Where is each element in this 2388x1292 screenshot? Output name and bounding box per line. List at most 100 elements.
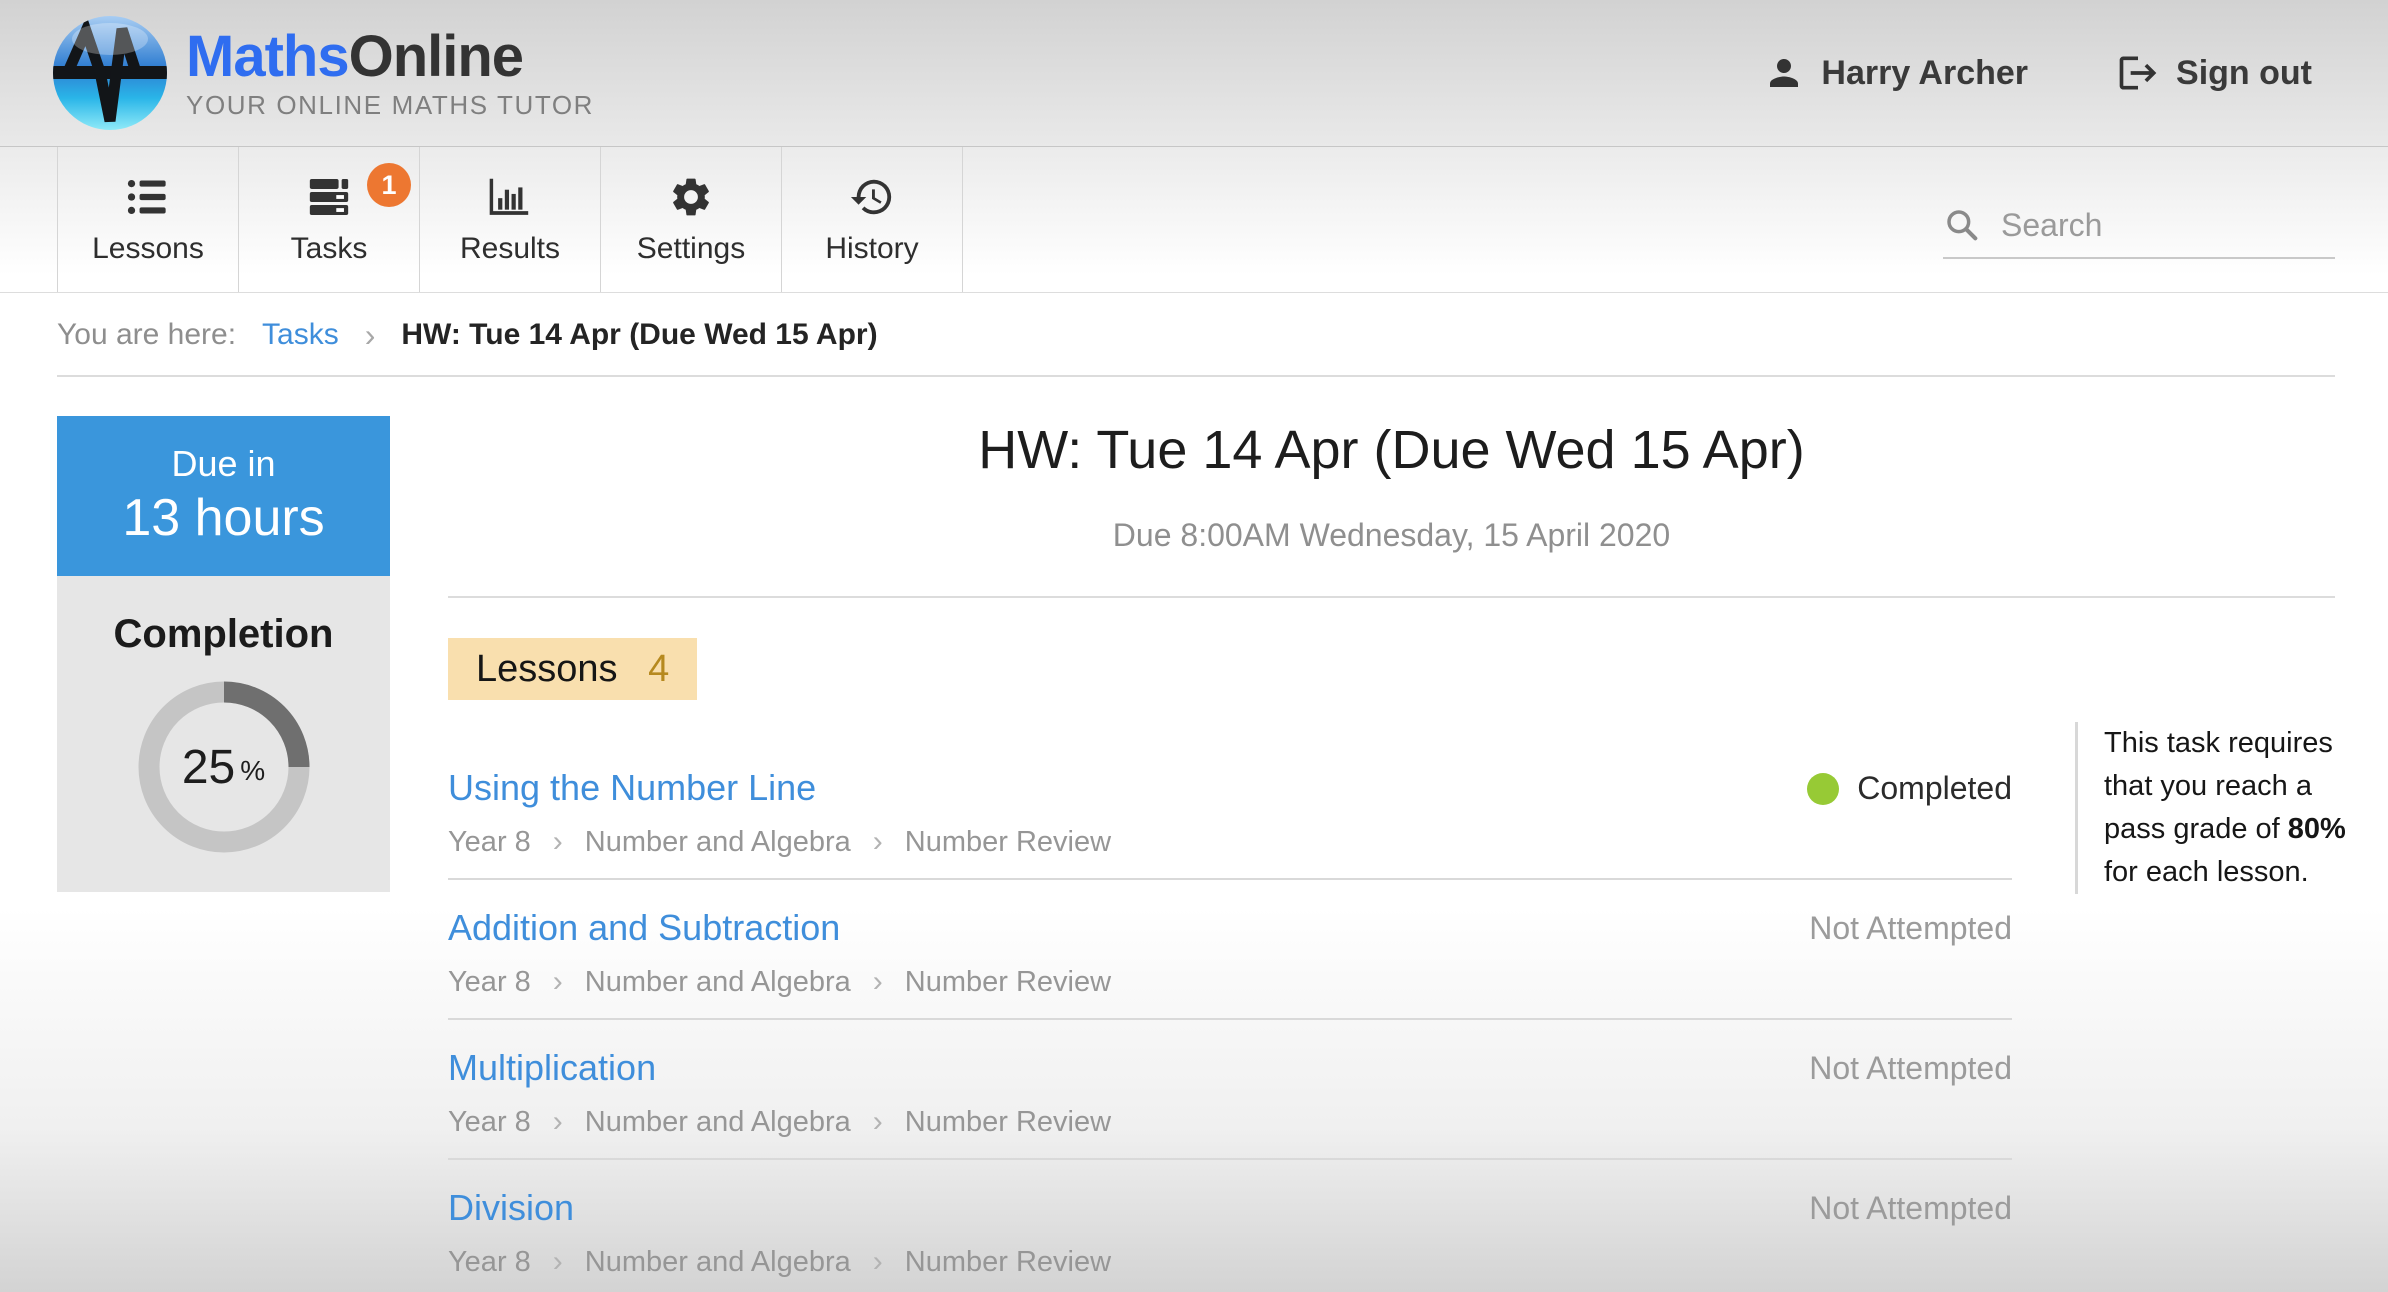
maths-online-logo-icon — [52, 15, 168, 131]
lesson-path: Year 8 › Number and Algebra › Number Review — [448, 822, 2012, 862]
tasks-count-badge: 1 — [367, 163, 411, 207]
search-icon — [1943, 206, 1981, 244]
sign-out-label: Sign out — [2176, 54, 2312, 93]
user-menu[interactable]: Harry Archer — [1763, 52, 2028, 94]
tab-settings-label: Settings — [637, 232, 745, 266]
pass-grade-note: This task requires that you reach a pass… — [2075, 722, 2349, 894]
tab-results[interactable]: Results — [420, 147, 601, 292]
due-value: 13 hours — [122, 489, 324, 549]
completion-percent: 25 % — [136, 679, 312, 855]
lesson-status-label: Completed — [1857, 770, 2012, 807]
lesson-status: Completed — [1807, 770, 2012, 807]
lesson-title-link[interactable]: Division — [448, 1186, 574, 1230]
breadcrumb: You are here: Tasks › HW: Tue 14 Apr (Du… — [0, 293, 2388, 377]
header-user-area: Harry Archer Sign out — [1763, 51, 2312, 95]
task-content: HW: Tue 14 Apr (Due Wed 15 Apr) Due 8:00… — [448, 377, 2335, 1292]
chevron-right-icon: › — [365, 317, 376, 354]
due-countdown-box: Due in 13 hours — [57, 416, 390, 576]
lesson-row: Using the Number Line Completed Year 8 › N… — [448, 740, 2012, 880]
brand-name: MathsOnline — [186, 26, 594, 88]
lesson-status-label: Not Attempted — [1809, 910, 2012, 947]
brand-logo[interactable]: MathsOnline YOUR ONLINE MATHS TUTOR — [52, 15, 594, 131]
history-clock-icon — [849, 174, 895, 220]
path-separator: › — [553, 1242, 563, 1282]
tab-lessons[interactable]: Lessons — [57, 147, 239, 292]
tab-results-label: Results — [460, 232, 560, 266]
path-segment: Number and Algebra — [585, 962, 851, 1002]
main-nav: Lessons Tasks 1 Results — [0, 147, 2388, 293]
completion-donut: 25 % — [136, 679, 312, 855]
due-label: Due in — [171, 443, 275, 484]
path-separator: › — [873, 1242, 883, 1282]
lesson-status: Not Attempted — [1809, 1050, 2012, 1087]
lesson-list: Using the Number Line Completed Year 8 › N… — [448, 740, 2012, 1292]
path-segment: Number and Algebra — [585, 822, 851, 862]
tab-history[interactable]: History — [782, 147, 963, 292]
completed-dot — [1807, 773, 1839, 805]
breadcrumb-prefix: You are here: — [57, 318, 236, 352]
lesson-row: Division Not Attempted Year 8 › Number and… — [448, 1160, 2012, 1292]
breadcrumb-current: HW: Tue 14 Apr (Due Wed 15 Apr) — [401, 318, 877, 352]
lesson-status: Not Attempted — [1809, 910, 2012, 947]
search-input[interactable] — [1999, 206, 2335, 245]
tab-tasks-label: Tasks — [291, 232, 368, 266]
lesson-path: Year 8 › Number and Algebra › Number Review — [448, 962, 2012, 1002]
user-name: Harry Archer — [1821, 54, 2028, 93]
lesson-row: Addition and Subtraction Not Attempted Y… — [448, 880, 2012, 1020]
path-segment: Year 8 — [448, 1102, 531, 1142]
page: MathsOnline YOUR ONLINE MATHS TUTOR Harr… — [0, 0, 2388, 1292]
path-separator: › — [553, 1102, 563, 1142]
task-due-subtitle: Due 8:00AM Wednesday, 15 April 2020 — [448, 517, 2335, 554]
lesson-status: Not Attempted — [1809, 1190, 2012, 1227]
lessons-list-icon — [125, 174, 171, 220]
path-segment: Number Review — [905, 1102, 1111, 1142]
lesson-path: Year 8 › Number and Algebra › Number Review — [448, 1242, 2012, 1282]
path-separator: › — [553, 962, 563, 1002]
tasks-stack-icon — [306, 174, 352, 220]
completion-box: Completion 25 % — [57, 576, 390, 892]
gear-icon — [668, 174, 714, 220]
lessons-section-badge: Lessons 4 — [448, 638, 697, 700]
nav-tabs: Lessons Tasks 1 Results — [57, 147, 963, 292]
app-header: MathsOnline YOUR ONLINE MATHS TUTOR Harr… — [0, 0, 2388, 147]
search-box[interactable] — [1943, 193, 2335, 259]
path-separator: › — [873, 822, 883, 862]
brand-tagline: YOUR ONLINE MATHS TUTOR — [186, 90, 594, 121]
path-segment: Number Review — [905, 962, 1111, 1002]
lesson-status-label: Not Attempted — [1809, 1190, 2012, 1227]
tab-settings[interactable]: Settings — [601, 147, 782, 292]
title-divider — [448, 596, 2335, 598]
lessons-badge-label: Lessons — [476, 648, 618, 690]
path-segment: Number and Algebra — [585, 1242, 851, 1282]
path-segment: Number Review — [905, 1242, 1111, 1282]
breadcrumb-link-tasks[interactable]: Tasks — [262, 318, 339, 352]
lesson-status-label: Not Attempted — [1809, 1050, 2012, 1087]
lesson-title-link[interactable]: Using the Number Line — [448, 766, 816, 810]
completion-title: Completion — [114, 612, 334, 657]
path-segment: Year 8 — [448, 962, 531, 1002]
path-segment: Year 8 — [448, 822, 531, 862]
tab-tasks[interactable]: Tasks 1 — [239, 147, 420, 292]
lesson-title-link[interactable]: Multiplication — [448, 1046, 656, 1090]
brand-text: MathsOnline YOUR ONLINE MATHS TUTOR — [186, 26, 594, 121]
path-separator: › — [873, 962, 883, 1002]
sign-out-button[interactable]: Sign out — [2116, 51, 2312, 95]
completion-percent-sign: % — [240, 755, 265, 787]
main-region: Due in 13 hours Completion 25 % HW — [0, 377, 2388, 1292]
lessons-count: 4 — [648, 648, 669, 690]
path-segment: Number Review — [905, 822, 1111, 862]
note-bold-value: 80% — [2288, 813, 2346, 845]
bar-chart-icon — [487, 174, 533, 220]
completion-percent-value: 25 — [182, 740, 235, 795]
page-title: HW: Tue 14 Apr (Due Wed 15 Apr) — [448, 419, 2335, 481]
path-segment: Year 8 — [448, 1242, 531, 1282]
note-text-after: for each lesson. — [2104, 856, 2309, 888]
tab-history-label: History — [825, 232, 918, 266]
lesson-title-link[interactable]: Addition and Subtraction — [448, 906, 840, 950]
person-icon — [1763, 52, 1805, 94]
lesson-row: Multiplication Not Attempted Year 8 › Numb… — [448, 1020, 2012, 1160]
sign-out-icon — [2116, 51, 2160, 95]
tab-lessons-label: Lessons — [92, 232, 204, 266]
lesson-path: Year 8›Number and Algebra›Number Review — [448, 1102, 2012, 1142]
path-separator: › — [553, 822, 563, 862]
